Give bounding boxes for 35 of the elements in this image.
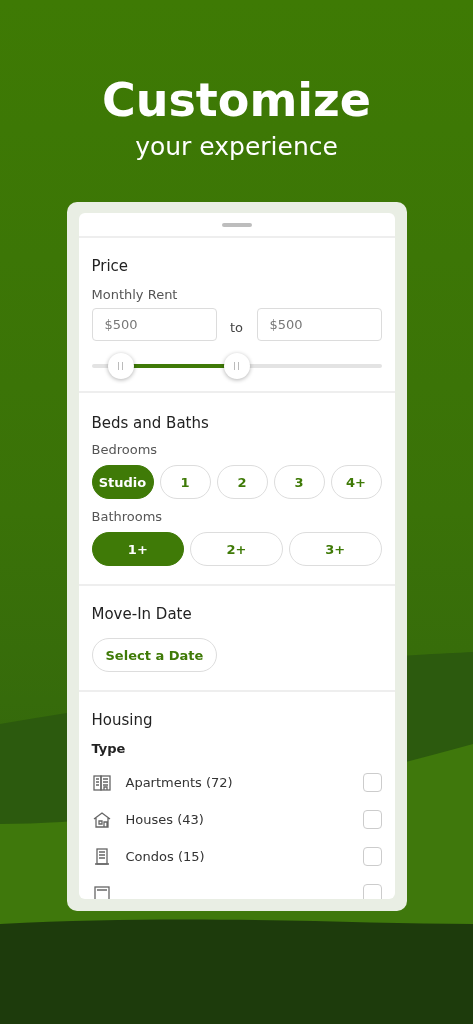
field-label: Bathrooms [91, 508, 164, 526]
bedroom-option[interactable]: 1 [159, 465, 211, 499]
section-title: Housing [91, 710, 154, 730]
slider-thumb[interactable] [223, 353, 250, 379]
bedroom-option[interactable]: 2 [216, 465, 268, 499]
select-date-button[interactable]: Select a Date [91, 638, 218, 672]
headline-subtitle: your experience [135, 131, 338, 163]
price-slider[interactable] [91, 353, 382, 379]
max-price-field[interactable]: $500 [256, 308, 382, 341]
housing-type-label: Houses (43) [125, 812, 205, 827]
checkbox[interactable] [362, 884, 382, 899]
building-icon [91, 883, 112, 899]
checkbox[interactable] [362, 847, 382, 866]
checkbox[interactable] [362, 773, 382, 792]
section-title: Price [91, 256, 130, 276]
headline-title: Customize [101, 72, 372, 128]
field-label: Type [91, 740, 127, 758]
section-title: Move-In Date [91, 604, 193, 624]
bedroom-option[interactable]: 3 [273, 465, 325, 499]
building-icon [91, 772, 112, 793]
slider-thumb[interactable] [107, 353, 134, 379]
field-label: Bedrooms [91, 441, 159, 459]
housing-type-label: Apartments (72) [125, 775, 234, 790]
min-price-field[interactable]: $500 [91, 308, 217, 341]
field-label: Monthly Rent [91, 286, 179, 304]
housing-type-label: Condos (15) [125, 849, 206, 864]
bathroom-option[interactable]: 3+ [288, 532, 382, 566]
section-title: Beds and Baths [91, 413, 210, 433]
checkbox[interactable] [362, 810, 382, 829]
bedroom-option[interactable]: Studio [91, 465, 154, 499]
bedroom-option[interactable]: 4+ [330, 465, 382, 499]
bathroom-option[interactable]: 1+ [91, 532, 185, 566]
drag-handle[interactable] [221, 222, 252, 227]
range-separator: to [228, 319, 245, 335]
bathroom-option[interactable]: 2+ [190, 532, 283, 566]
